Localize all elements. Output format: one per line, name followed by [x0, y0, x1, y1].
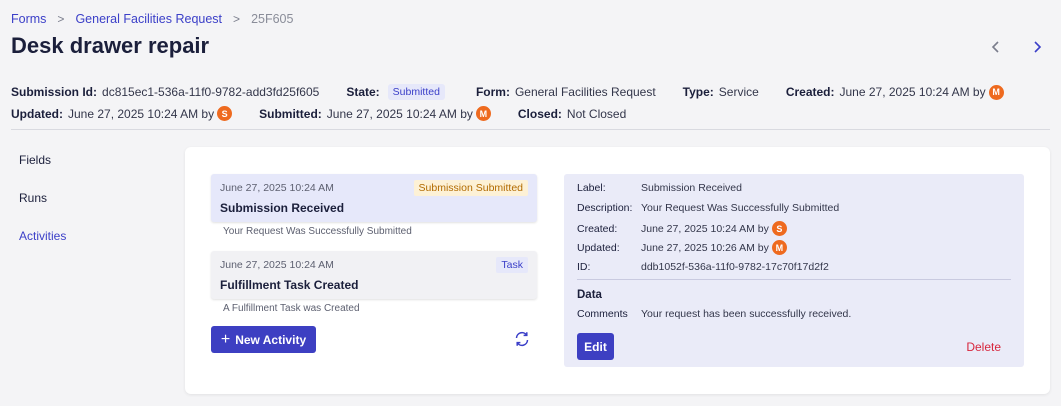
detail-description-row: Description: Your Request Was Successful…: [577, 202, 839, 214]
submission-id-label: Submission Id:: [11, 85, 98, 99]
detail-id-row: ID: ddb1052f-536a-11f0-9782-17c70f17d2f2: [577, 261, 829, 273]
breadcrumb-forms[interactable]: Forms: [11, 12, 46, 26]
activity-description: Your Request Was Successfully Submitted: [223, 226, 412, 237]
page-title: Desk drawer repair: [11, 33, 210, 58]
previous-button[interactable]: [988, 37, 1004, 57]
detail-value: Your request has been successfully recei…: [641, 308, 852, 320]
detail-value: Submission Received: [641, 182, 742, 194]
avatar[interactable]: S: [771, 221, 787, 236]
new-activity-button[interactable]: + New Activity: [211, 326, 316, 353]
tab-fields[interactable]: Fields: [19, 153, 51, 167]
type-value: Service: [718, 85, 759, 99]
detail-key: Description:: [577, 202, 633, 214]
detail-label-row: Label: Submission Received: [577, 182, 742, 194]
detail-created-row: Created: June 27, 2025 10:24 AM by S: [577, 221, 787, 236]
activities-card: June 27, 2025 10:24 AM Submission Submit…: [185, 147, 1050, 394]
closed: Closed: Not Closed: [518, 107, 626, 121]
detail-updated-value: June 27, 2025 10:26 AM by: [641, 241, 769, 254]
activity-item[interactable]: June 27, 2025 10:24 AM Task Fulfillment …: [211, 251, 537, 299]
form: Form: General Facilities Request: [476, 85, 656, 99]
detail-created-value: June 27, 2025 10:24 AM by: [641, 222, 769, 235]
submitted-value: June 27, 2025 10:24 AM by: [326, 106, 473, 121]
divider: [11, 129, 1050, 130]
detail-key: Label:: [577, 182, 606, 194]
activity-details-panel: Label: Submission Received Description: …: [564, 174, 1024, 367]
breadcrumb-separator: >: [57, 12, 65, 26]
tab-runs[interactable]: Runs: [19, 191, 47, 205]
state: State: Submitted: [346, 84, 445, 100]
plus-icon: +: [220, 330, 231, 348]
submitted: Submitted: June 27, 2025 10:24 AM by M: [259, 106, 491, 121]
activity-date: June 27, 2025 10:24 AM: [220, 259, 334, 271]
activity-title: Fulfillment Task Created: [220, 278, 359, 292]
meta-row: Submission Id: dc815ec1-536a-11f0-9782-a…: [11, 84, 1004, 100]
breadcrumb-current: 25F605: [251, 12, 294, 26]
detail-key: ID:: [577, 261, 591, 273]
state-label: State:: [346, 85, 380, 99]
breadcrumb-form-name[interactable]: General Facilities Request: [75, 12, 222, 26]
updated: Updated: June 27, 2025 10:24 AM by S: [11, 106, 233, 121]
detail-comments-row: Comments Your request has been successfu…: [577, 308, 851, 320]
detail-key: Created:: [577, 222, 618, 235]
avatar[interactable]: M: [771, 240, 787, 255]
divider: [577, 279, 1011, 280]
detail-value: Your Request Was Successfully Submitted: [641, 202, 840, 214]
meta-row: Updated: June 27, 2025 10:24 AM by S Sub…: [11, 106, 626, 121]
activity-title: Submission Received: [220, 201, 345, 215]
activity-date: June 27, 2025 10:24 AM: [220, 182, 334, 194]
new-activity-label: New Activity: [235, 332, 307, 347]
tab-activities[interactable]: Activities: [19, 229, 66, 243]
form-value: General Facilities Request: [514, 85, 656, 99]
submitted-label: Submitted:: [259, 106, 322, 121]
type-label: Type:: [682, 85, 714, 99]
breadcrumb: Forms > General Facilities Request > 25F…: [11, 12, 293, 26]
submission-id: Submission Id: dc815ec1-536a-11f0-9782-a…: [11, 85, 319, 99]
submission-id-value: dc815ec1-536a-11f0-9782-add3fd25f605: [102, 85, 320, 99]
detail-value: ddb1052f-536a-11f0-9782-17c70f17d2f2: [641, 261, 829, 273]
delete-button[interactable]: Delete: [966, 340, 1001, 354]
next-button[interactable]: [1029, 37, 1045, 57]
form-label: Form:: [475, 85, 510, 99]
edit-button[interactable]: Edit: [577, 333, 614, 360]
status-badge: Submitted: [387, 84, 445, 100]
detail-value: June 27, 2025 10:24 AM by S: [641, 221, 787, 236]
type: Type: Service: [683, 85, 759, 99]
refresh-icon: [515, 331, 529, 347]
avatar[interactable]: S: [217, 106, 233, 121]
activity-item-selected[interactable]: June 27, 2025 10:24 AM Submission Submit…: [211, 174, 537, 222]
closed-label: Closed:: [517, 106, 562, 121]
detail-key: Updated:: [577, 241, 620, 254]
closed-value: Not Closed: [566, 106, 627, 121]
chevron-right-icon: [1034, 41, 1042, 53]
created-label: Created:: [785, 85, 835, 99]
detail-key: Comments: [577, 308, 628, 320]
activity-tag: Task: [496, 257, 528, 273]
detail-updated-row: Updated: June 27, 2025 10:26 AM by M: [577, 240, 787, 255]
updated-label: Updated:: [11, 106, 63, 121]
updated-value: June 27, 2025 10:24 AM by: [68, 106, 215, 121]
activity-description: A Fulfillment Task was Created: [223, 303, 360, 314]
breadcrumb-separator: >: [233, 12, 241, 26]
chevron-left-icon: [991, 41, 999, 53]
created: Created: June 27, 2025 10:24 AM by M: [785, 84, 1004, 100]
created-value: June 27, 2025 10:24 AM by: [839, 85, 986, 99]
avatar[interactable]: M: [475, 106, 491, 121]
refresh-button[interactable]: [513, 330, 531, 348]
detail-value: June 27, 2025 10:26 AM by M: [641, 240, 787, 255]
avatar[interactable]: M: [988, 84, 1004, 100]
activity-tag: Submission Submitted: [413, 180, 528, 196]
data-heading: Data: [577, 289, 602, 301]
